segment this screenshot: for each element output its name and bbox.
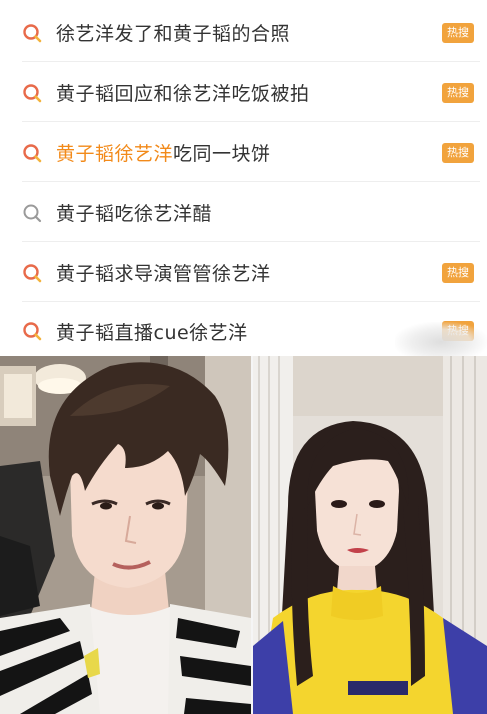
search-result-suffix: 黄子韬吃徐艺洋醋 <box>56 203 213 225</box>
search-result-text: 黄子韬回应和徐艺洋吃饭被拍 <box>56 79 310 106</box>
search-result-suffix: 黄子韬回应和徐艺洋吃饭被拍 <box>56 83 310 105</box>
search-result-suffix: 黄子韬直播cue徐艺洋 <box>56 321 248 344</box>
search-result-text: 黄子韬直播cue徐艺洋 <box>56 318 248 345</box>
hot-search-icon <box>23 143 42 162</box>
search-result-row[interactable]: 黄子韬回应和徐艺洋吃饭被拍 热搜 <box>22 64 480 122</box>
search-result-suffix: 徐艺洋发了和黄子韬的合照 <box>56 23 291 45</box>
search-result-text: 黄子韬吃徐艺洋醋 <box>56 199 212 226</box>
search-result-suffix: 吃同一块饼 <box>173 143 271 165</box>
hot-search-icon <box>23 23 42 42</box>
hot-badge: 热搜 <box>442 262 474 283</box>
hot-search-icon <box>23 83 42 102</box>
search-suggestion-list: 徐艺洋发了和黄子韬的合照 热搜 黄子韬回应和徐艺洋吃饭被拍 热搜 黄子韬徐艺洋吃… <box>0 0 487 362</box>
split-screen-photo <box>0 356 487 714</box>
hot-search-icon <box>23 263 42 282</box>
search-result-row[interactable]: 黄子韬吃徐艺洋醋 <box>22 184 480 242</box>
search-result-row[interactable]: 黄子韬徐艺洋吃同一块饼 热搜 <box>22 124 480 182</box>
search-result-row[interactable]: 黄子韬求导演管管徐艺洋 热搜 <box>22 244 480 302</box>
search-result-text: 黄子韬徐艺洋吃同一块饼 <box>56 139 271 166</box>
search-result-highlight: 黄子韬徐艺洋 <box>56 143 174 165</box>
search-result-suffix: 黄子韬求导演管管徐艺洋 <box>56 263 271 285</box>
search-result-text: 黄子韬求导演管管徐艺洋 <box>56 259 271 286</box>
right-video-panel <box>253 356 487 714</box>
left-video-panel <box>0 356 251 714</box>
hot-badge: 热搜 <box>442 142 474 163</box>
hot-badge: 热搜 <box>442 82 474 103</box>
search-result-text: 徐艺洋发了和黄子韬的合照 <box>56 19 290 46</box>
hot-badge: 热搜 <box>442 22 474 43</box>
man-portrait <box>0 356 251 714</box>
hot-search-icon <box>23 322 42 341</box>
search-result-row[interactable]: 徐艺洋发了和黄子韬的合照 热搜 <box>22 4 480 62</box>
woman-portrait <box>253 356 487 714</box>
search-icon <box>23 204 42 222</box>
